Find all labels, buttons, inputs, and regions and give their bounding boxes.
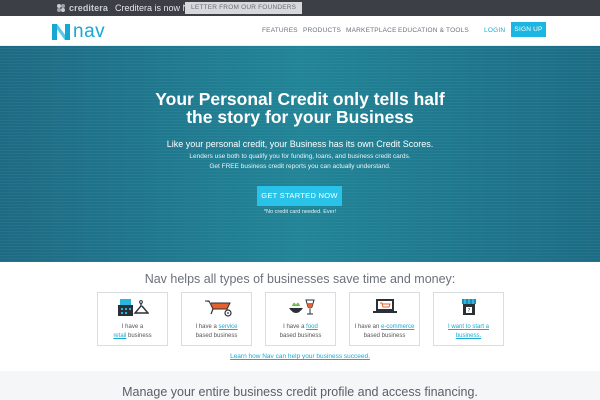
nav-logo-icon bbox=[52, 24, 70, 40]
nav-logo[interactable]: nav bbox=[52, 22, 105, 42]
card-retail-pre: I have a bbox=[121, 324, 144, 330]
nav-education-tools[interactable]: EDUCATION & TOOLS bbox=[398, 27, 469, 34]
creditera-logo: creditera bbox=[56, 2, 108, 14]
laptop-cart-icon bbox=[373, 299, 397, 313]
learn-how-link[interactable]: Learn how Nav can help your business suc… bbox=[0, 353, 600, 360]
main-nav: nav FEATURES PRODUCTS MARKETPLACE EDUCAT… bbox=[0, 16, 600, 46]
nav-marketplace[interactable]: MARKETPLACE bbox=[346, 27, 397, 34]
nav-logo-text: nav bbox=[73, 21, 106, 42]
card-ecommerce-post: based business bbox=[363, 333, 406, 339]
start-business-link[interactable]: I want to start a bbox=[434, 323, 503, 332]
hero-title-line-1: Your Personal Credit only tells half bbox=[155, 89, 445, 109]
hero-title: Your Personal Credit only tells half the… bbox=[0, 90, 600, 126]
card-retail-post: business bbox=[128, 333, 152, 339]
manage-section: Manage your entire business credit profi… bbox=[0, 371, 600, 400]
card-ecommerce-pre: I have an bbox=[354, 324, 380, 330]
no-credit-card-note: *No credit card needed. Ever! bbox=[263, 209, 337, 215]
card-service-post: based business bbox=[195, 333, 238, 339]
card-food-text: I have a food based business bbox=[266, 323, 335, 341]
ecommerce-link[interactable]: e-commerce bbox=[381, 324, 414, 330]
service-link[interactable]: service bbox=[219, 324, 238, 330]
food-drink-icon bbox=[289, 299, 315, 315]
hero-section: Your Personal Credit only tells half the… bbox=[0, 46, 600, 262]
letter-from-founders-button[interactable]: LETTER FROM OUR FOUNDERS bbox=[185, 2, 303, 14]
announcement-bar: creditera Creditera is now Nav LETTER FR… bbox=[0, 0, 600, 16]
card-retail-text: I have a retail business bbox=[98, 323, 167, 341]
retail-link[interactable]: retail bbox=[113, 333, 126, 339]
svg-text:?: ? bbox=[468, 308, 471, 314]
card-ecommerce[interactable]: I have an e-commerce based business bbox=[349, 292, 420, 346]
food-link[interactable]: food bbox=[306, 324, 318, 330]
hero-lenders-text: Lenders use both to qualify you for fund… bbox=[189, 153, 411, 160]
card-service[interactable]: I have a service based business bbox=[181, 292, 252, 346]
hero-subtitle: Like your personal credit, your Business… bbox=[166, 139, 434, 149]
card-service-pre: I have a bbox=[195, 324, 217, 330]
card-food[interactable]: I have a food based business bbox=[265, 292, 336, 346]
hero-free-reports-text: Get FREE business credit reports you can… bbox=[209, 163, 391, 170]
signup-button[interactable]: SIGN UP bbox=[511, 22, 546, 37]
hero-title-line-2: the story for your Business bbox=[186, 107, 414, 127]
get-started-button[interactable]: GET STARTED NOW bbox=[257, 186, 342, 206]
card-food-post: based business bbox=[279, 333, 322, 339]
storefront-icon: ? bbox=[462, 299, 476, 315]
manage-heading: Manage your entire business credit profi… bbox=[122, 385, 478, 399]
creditera-mark-icon bbox=[57, 4, 65, 12]
card-food-pre: I have a bbox=[283, 324, 305, 330]
card-ecommerce-text: I have an e-commerce based business bbox=[350, 323, 419, 341]
card-start-text: I want to start a business. bbox=[434, 323, 503, 341]
creditera-wordmark: creditera bbox=[69, 3, 108, 13]
wheelbarrow-icon bbox=[205, 300, 232, 317]
card-retail[interactable]: I have a retail business bbox=[97, 292, 168, 346]
cash-register-icon bbox=[118, 299, 149, 316]
nav-features[interactable]: FEATURES bbox=[262, 27, 298, 34]
card-start-business[interactable]: ? I want to start a business. bbox=[433, 292, 504, 346]
start-business-link-2[interactable]: business. bbox=[434, 332, 503, 341]
card-service-text: I have a service based business bbox=[182, 323, 251, 341]
login-link[interactable]: LOGIN bbox=[484, 27, 505, 34]
nav-products[interactable]: PRODUCTS bbox=[303, 27, 341, 34]
business-types-heading: Nav helps all types of businesses save t… bbox=[144, 272, 456, 286]
